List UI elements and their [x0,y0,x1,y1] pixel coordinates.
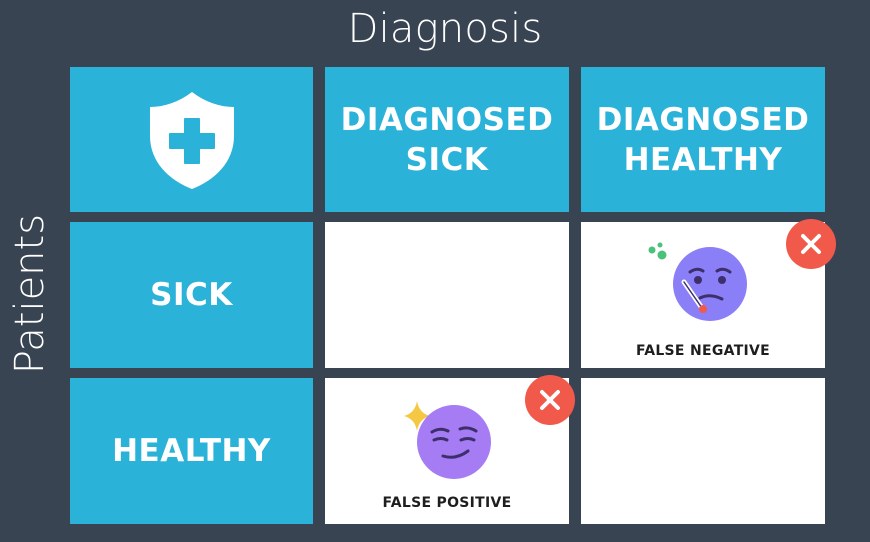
row-header-healthy: HEALTHY [70,378,313,524]
row-axis-title: Patients [7,213,53,375]
corner-cell [70,67,313,212]
cell-true-negative [581,378,825,524]
smirk-face-sparkle-icon [417,405,491,479]
column-header-diagnosed-healthy: DIAGNOSED HEALTHY [581,67,825,212]
column-header-label: DIAGNOSED SICK [340,101,554,178]
x-icon [801,234,821,254]
column-axis-title: Diagnosis [347,6,543,52]
column-header-label: DIAGNOSED HEALTHY [596,101,810,178]
column-header-diagnosed-sick: DIAGNOSED SICK [325,67,569,212]
x-icon [540,390,560,410]
row-header-sick: SICK [70,222,313,368]
cell-caption: FALSE NEGATIVE [635,343,771,359]
false-negative-error-badge [786,219,836,269]
cell-true-positive [325,222,569,368]
row-header-label: SICK [150,277,233,313]
shield-plus-icon [149,91,234,189]
cell-caption: FALSE POSITIVE [382,495,512,511]
false-positive-error-badge [525,375,575,425]
row-header-label: HEALTHY [112,433,271,469]
sick-face-thermometer-icon [673,247,747,321]
